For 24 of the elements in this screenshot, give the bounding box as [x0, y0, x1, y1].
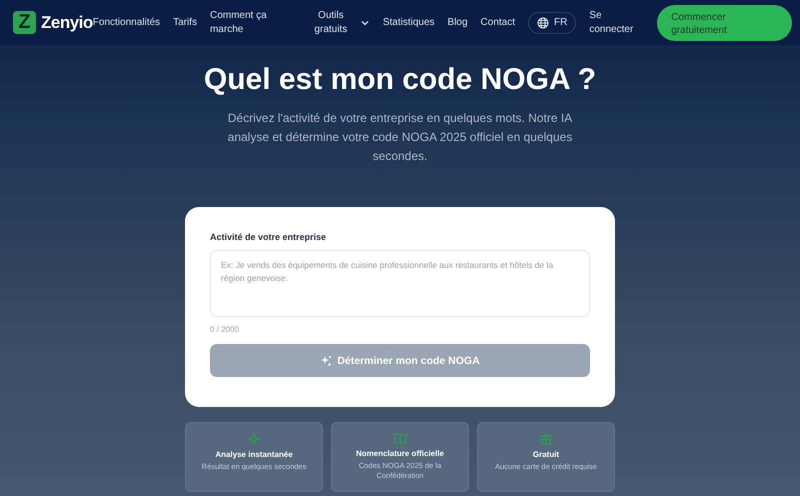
page-subtitle: Décrivez l'activité de votre entreprise en quelques mots. Notre IA analyse et détermine votre code NOGA 2025 officiel en quelques secondes.: [226, 110, 574, 165]
nav-link[interactable]: Comment ça marche: [210, 8, 274, 36]
nav-link[interactable]: Fonctionnalités: [92, 16, 160, 30]
login-link[interactable]: Se connecter: [589, 8, 640, 36]
logo-icon[interactable]: Z: [13, 11, 36, 34]
globe-icon: [537, 16, 550, 28]
nav-link[interactable]: Tarifs: [173, 16, 197, 30]
feature-title: Analyse instantanée: [215, 450, 293, 459]
signup-button[interactable]: Commencer gratuitement: [657, 4, 792, 40]
feature-title: Gratuit: [532, 450, 560, 459]
gift-icon: [540, 433, 552, 445]
field-label: Activité de votre entreprise: [210, 232, 328, 242]
nav-dropdown[interactable]: Outils gratuits: [314, 8, 370, 36]
feature-title: Nomenclature officielle: [356, 449, 444, 458]
nav-link[interactable]: Statistiques: [382, 16, 435, 30]
activity-field[interactable]: Ex: Je vends des équipements de cuisine professionnelle aux restaurants et hôtels de la région genevoise.: [210, 250, 590, 317]
nav-link[interactable]: Blog: [448, 16, 468, 30]
character-counter: 0 / 2000: [210, 325, 240, 334]
brand-name[interactable]: Zenyio: [41, 12, 93, 32]
page-title: Quel est mon code NOGA ?: [204, 63, 596, 97]
sparkle-icon: [320, 354, 332, 366]
language-button[interactable]: FR: [528, 12, 576, 34]
nav-link[interactable]: Contact: [480, 16, 516, 30]
book-icon: [394, 433, 406, 444]
